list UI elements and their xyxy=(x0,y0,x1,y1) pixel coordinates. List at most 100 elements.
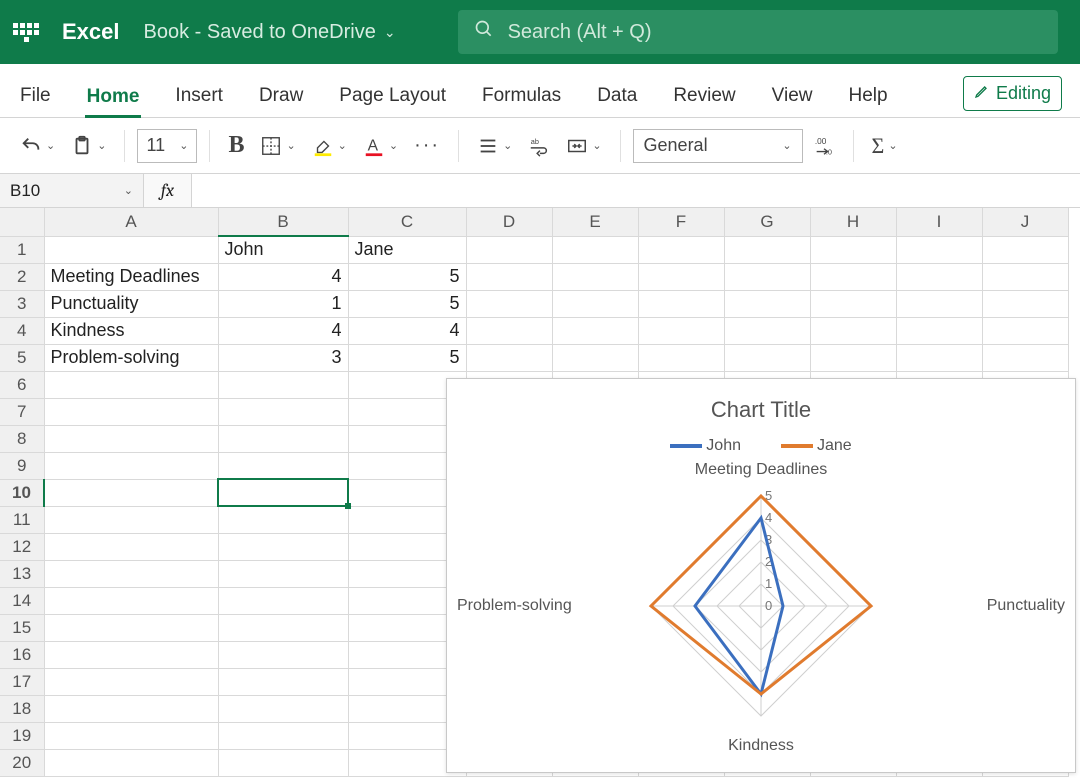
column-header-H[interactable]: H xyxy=(810,208,896,236)
cell-E4[interactable] xyxy=(552,317,638,344)
bold-button[interactable]: B xyxy=(222,128,250,163)
cell-B20[interactable] xyxy=(218,749,348,776)
cell-B12[interactable] xyxy=(218,533,348,560)
cell-B2[interactable]: 4 xyxy=(218,263,348,290)
name-box[interactable]: B10 ⌄ xyxy=(0,174,144,207)
cell-B18[interactable] xyxy=(218,695,348,722)
cell-A5[interactable]: Problem-solving xyxy=(44,344,218,371)
cell-A17[interactable] xyxy=(44,668,218,695)
row-header-18[interactable]: 18 xyxy=(0,695,44,722)
cell-D1[interactable] xyxy=(466,236,552,263)
paste-button[interactable]: ⌄ xyxy=(65,131,112,161)
cell-A11[interactable] xyxy=(44,506,218,533)
row-header-13[interactable]: 13 xyxy=(0,560,44,587)
cell-B10[interactable] xyxy=(218,479,348,506)
cell-A16[interactable] xyxy=(44,641,218,668)
cell-H3[interactable] xyxy=(810,290,896,317)
cell-B13[interactable] xyxy=(218,560,348,587)
cell-I3[interactable] xyxy=(896,290,982,317)
cell-A13[interactable] xyxy=(44,560,218,587)
tab-formulas[interactable]: Formulas xyxy=(480,77,563,117)
cell-B17[interactable] xyxy=(218,668,348,695)
tab-review[interactable]: Review xyxy=(671,77,737,117)
cell-B9[interactable] xyxy=(218,452,348,479)
cell-A10[interactable] xyxy=(44,479,218,506)
cell-D5[interactable] xyxy=(466,344,552,371)
more-font-button[interactable]: ··· xyxy=(408,130,446,161)
column-header-G[interactable]: G xyxy=(724,208,810,236)
document-name[interactable]: Book - Saved to OneDrive ⌄ xyxy=(144,21,396,44)
cell-I2[interactable] xyxy=(896,263,982,290)
fx-icon[interactable]: fx xyxy=(144,174,192,207)
app-launcher-icon[interactable] xyxy=(12,18,40,46)
column-header-J[interactable]: J xyxy=(982,208,1068,236)
cell-F3[interactable] xyxy=(638,290,724,317)
cell-B5[interactable]: 3 xyxy=(218,344,348,371)
cell-I4[interactable] xyxy=(896,317,982,344)
row-header-7[interactable]: 7 xyxy=(0,398,44,425)
cell-A15[interactable] xyxy=(44,614,218,641)
cell-G3[interactable] xyxy=(724,290,810,317)
row-header-8[interactable]: 8 xyxy=(0,425,44,452)
cell-B7[interactable] xyxy=(218,398,348,425)
column-header-C[interactable]: C xyxy=(348,208,466,236)
cell-E3[interactable] xyxy=(552,290,638,317)
cell-A12[interactable] xyxy=(44,533,218,560)
search-box[interactable]: Search (Alt + Q) xyxy=(458,10,1058,54)
tab-view[interactable]: View xyxy=(770,77,815,117)
row-header-4[interactable]: 4 xyxy=(0,317,44,344)
cell-F1[interactable] xyxy=(638,236,724,263)
cell-B3[interactable]: 1 xyxy=(218,290,348,317)
tab-file[interactable]: File xyxy=(18,77,53,117)
cell-A1[interactable] xyxy=(44,236,218,263)
cell-B19[interactable] xyxy=(218,722,348,749)
cell-G4[interactable] xyxy=(724,317,810,344)
cell-H5[interactable] xyxy=(810,344,896,371)
column-header-D[interactable]: D xyxy=(466,208,552,236)
column-header-A[interactable]: A xyxy=(44,208,218,236)
spreadsheet-grid[interactable]: ABCDEFGHIJ1JohnJane2Meeting Deadlines453… xyxy=(0,208,1080,777)
cell-A20[interactable] xyxy=(44,749,218,776)
cell-J5[interactable] xyxy=(982,344,1068,371)
decrease-decimal-button[interactable]: .00.0 xyxy=(807,131,841,161)
cell-C2[interactable]: 5 xyxy=(348,263,466,290)
editing-mode-button[interactable]: Editing xyxy=(963,76,1062,111)
cell-D4[interactable] xyxy=(466,317,552,344)
cell-C5[interactable]: 5 xyxy=(348,344,466,371)
font-color-button[interactable]: A ⌄ xyxy=(357,131,404,161)
row-header-14[interactable]: 14 xyxy=(0,587,44,614)
column-header-B[interactable]: B xyxy=(218,208,348,236)
cell-J3[interactable] xyxy=(982,290,1068,317)
cell-G2[interactable] xyxy=(724,263,810,290)
wrap-text-button[interactable]: ab xyxy=(522,131,556,161)
cell-H1[interactable] xyxy=(810,236,896,263)
cell-A7[interactable] xyxy=(44,398,218,425)
cell-A2[interactable]: Meeting Deadlines xyxy=(44,263,218,290)
row-header-12[interactable]: 12 xyxy=(0,533,44,560)
tab-help[interactable]: Help xyxy=(846,77,889,117)
cell-H4[interactable] xyxy=(810,317,896,344)
cell-B15[interactable] xyxy=(218,614,348,641)
row-header-5[interactable]: 5 xyxy=(0,344,44,371)
align-button[interactable]: ⌄ xyxy=(471,131,518,161)
cell-A4[interactable]: Kindness xyxy=(44,317,218,344)
cell-B4[interactable]: 4 xyxy=(218,317,348,344)
cell-J1[interactable] xyxy=(982,236,1068,263)
cell-A6[interactable] xyxy=(44,371,218,398)
fill-color-button[interactable]: ⌄ xyxy=(306,131,353,161)
cell-E2[interactable] xyxy=(552,263,638,290)
cell-C3[interactable]: 5 xyxy=(348,290,466,317)
row-header-16[interactable]: 16 xyxy=(0,641,44,668)
row-header-11[interactable]: 11 xyxy=(0,506,44,533)
column-header-I[interactable]: I xyxy=(896,208,982,236)
cell-B14[interactable] xyxy=(218,587,348,614)
font-size-input[interactable]: 11 ⌄ xyxy=(137,129,197,163)
row-header-3[interactable]: 3 xyxy=(0,290,44,317)
row-header-6[interactable]: 6 xyxy=(0,371,44,398)
cell-E1[interactable] xyxy=(552,236,638,263)
row-header-10[interactable]: 10 xyxy=(0,479,44,506)
row-header-1[interactable]: 1 xyxy=(0,236,44,263)
cell-D2[interactable] xyxy=(466,263,552,290)
tab-home[interactable]: Home xyxy=(85,78,142,118)
cell-B6[interactable] xyxy=(218,371,348,398)
